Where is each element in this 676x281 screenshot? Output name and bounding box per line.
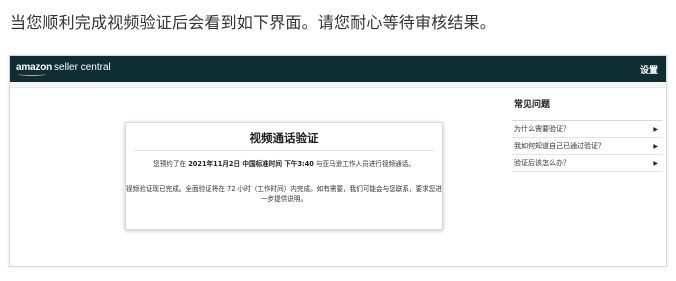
seller-central-window: amazon seller central 设置 视频通话验证 您预约了在 202… <box>9 55 667 267</box>
subnav-strip <box>10 82 666 88</box>
intro-caption: 当您顺利完成视频验证后会看到如下界面。请您耐心等待审核结果。 <box>10 13 497 32</box>
appointment-prefix: 您预约了在 <box>153 160 187 168</box>
faq-item-how-know-verified[interactable]: 我如何知道自己已通过验证？ ▶ <box>512 138 662 155</box>
faq-title: 常见问题 <box>514 100 551 110</box>
faq-item-why-verify[interactable]: 为什么需要验证？ ▶ <box>512 121 662 138</box>
appointment-text: 您预约了在 2021年11月2日 中国标准时间 下午3:40 与亚马逊工作人员进… <box>126 158 442 168</box>
amazon-smile-icon <box>18 72 46 76</box>
card-title: 视频通话验证 <box>249 131 319 145</box>
logo-product: seller central <box>54 62 111 73</box>
verification-status-text: 视频验证现已完成。全面验证将在 72 小时（工作时间）内完成。如有需要，我们可能… <box>126 185 442 203</box>
caret-right-icon: ▶ <box>653 126 658 133</box>
faq-item-after-verification[interactable]: 验证后该怎么办？ ▶ <box>512 155 662 172</box>
top-navigation-bar: amazon seller central 设置 <box>10 56 666 82</box>
appointment-suffix: 与亚马逊工作人员进行视频通话。 <box>315 160 415 168</box>
card-divider <box>134 150 434 151</box>
faq-sidebar: 常见问题 为什么需要验证？ ▶ 我如何知道自己已通过验证？ ▶ 验证后该怎么办？… <box>512 96 662 172</box>
video-verification-card: 视频通话验证 您预约了在 2021年11月2日 中国标准时间 下午3:40 与亚… <box>125 122 443 230</box>
appointment-datetime: 2021年11月2日 中国标准时间 下午3:40 <box>188 160 314 168</box>
caret-right-icon: ▶ <box>653 160 658 167</box>
faq-item-label: 为什么需要验证？ <box>514 125 570 133</box>
caret-right-icon: ▶ <box>653 143 658 150</box>
faq-item-label: 验证后该怎么办？ <box>514 159 570 167</box>
settings-link[interactable]: 设置 <box>640 63 658 76</box>
faq-item-label: 我如何知道自己已通过验证？ <box>514 142 605 150</box>
